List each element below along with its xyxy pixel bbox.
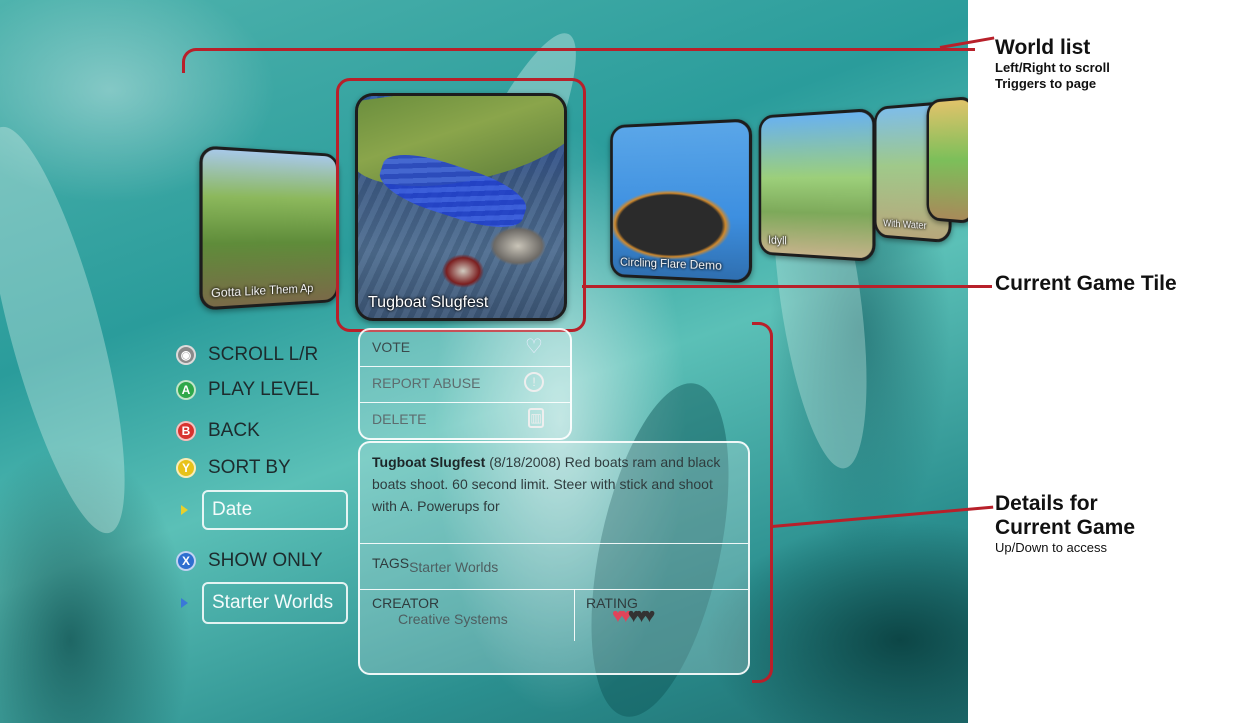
details-annotation-sub: Up/Down to access [995, 540, 1107, 555]
world-list-annotation-title: World list [995, 36, 1091, 59]
sort-by-value: Date [212, 499, 253, 520]
heart-filled-icon: ♥ [612, 605, 624, 627]
menu-back[interactable]: B BACK [176, 420, 260, 442]
delete-label: DELETE [372, 411, 427, 427]
world-tile-caption: Gotta Like Them Ap [211, 281, 314, 301]
world-tile-caption: Circling Flare Demo [620, 254, 722, 273]
vote-label: VOTE [372, 339, 411, 355]
current-tile-annotation-title: Current Game Tile [995, 272, 1177, 295]
game-screen: Gotta Like Them Ap Circling Flare Demo I… [0, 0, 968, 723]
current-world-tile[interactable]: Tugboat Slugfest [355, 93, 567, 321]
world-tile[interactable]: Idyll [758, 107, 876, 263]
divider [360, 366, 570, 367]
world-list-annotation-line2: Triggers to page [995, 76, 1097, 91]
creator-value: Creative Systems [398, 611, 508, 627]
world-tile-caption: Idyll [768, 232, 787, 248]
action-panel: VOTE ♡ REPORT ABUSE ! DELETE ▥ [358, 328, 572, 440]
show-only-value: Starter Worlds [212, 592, 334, 613]
heart-empty-icon: ♥ [643, 605, 656, 627]
current-tile-annotation: Current Game Tile [995, 272, 1177, 296]
creator-cell[interactable]: CREATOR Creative Systems [372, 595, 508, 627]
details-panel: Tugboat Slugfest (8/18/2008) Red boats r… [358, 441, 750, 675]
background-streak [0, 115, 153, 545]
current-tile-leader [582, 285, 992, 288]
heart-filled-icon: ♥ [619, 605, 632, 627]
divider [360, 402, 570, 403]
menu-sort-by[interactable]: Y SORT BY [176, 457, 291, 479]
menu-sort-label: SORT BY [208, 457, 291, 478]
menu-scroll: ◉ SCROLL L/R [176, 344, 318, 366]
world-tile[interactable]: Circling Flare Demo [610, 118, 753, 284]
tags-label: TAGS [372, 555, 410, 571]
creator-label: CREATOR [372, 595, 440, 611]
menu-play-label: PLAY LEVEL [208, 379, 320, 400]
report-abuse-button[interactable]: REPORT ABUSE ! [360, 368, 570, 398]
divider [360, 543, 748, 544]
menu-play-level[interactable]: A PLAY LEVEL [176, 379, 319, 401]
selection-arrow-icon [181, 505, 188, 515]
heart-empty-icon: ♥ [635, 605, 648, 627]
creator-rating-divider [574, 589, 575, 641]
world-tile[interactable]: Gotta Like Them Ap [199, 145, 339, 311]
x-button-icon: X [176, 551, 196, 571]
heart-empty-icon: ♥ [627, 605, 640, 627]
world-tile-partial[interactable] [926, 95, 968, 225]
rating-cell[interactable]: RATING ♥♥♥♥♥ [586, 595, 655, 634]
y-button-icon: Y [176, 458, 196, 478]
details-description: Tugboat Slugfest (8/18/2008) Red boats r… [372, 451, 736, 517]
vote-button[interactable]: VOTE ♡ [360, 332, 570, 362]
a-button-icon: A [176, 380, 196, 400]
divider [360, 589, 748, 590]
tags-value: Starter Worlds [409, 559, 499, 575]
world-tile-caption: With Water [883, 218, 927, 233]
stick-icon: ◉ [176, 345, 196, 365]
heart-icon: ♡ [525, 335, 543, 358]
selection-arrow-icon [181, 598, 188, 608]
menu-show-only[interactable]: X SHOW ONLY [176, 550, 323, 572]
world-list-annotation-line1: Left/Right to scroll [995, 60, 1110, 75]
menu-scroll-label: SCROLL L/R [208, 344, 319, 365]
rating-hearts: ♥♥♥♥♥ [612, 605, 664, 628]
delete-button[interactable]: DELETE ▥ [360, 404, 570, 434]
details-annotation-title-1: Details for [995, 492, 1098, 515]
details-annotation: Details for Current Game Up/Down to acce… [995, 492, 1135, 556]
exclamation-icon: ! [524, 372, 544, 392]
report-abuse-label: REPORT ABUSE [372, 375, 481, 391]
details-bracket [752, 322, 773, 683]
world-list-bracket [182, 48, 975, 73]
show-only-select[interactable]: Starter Worlds [202, 582, 348, 624]
menu-show-label: SHOW ONLY [208, 550, 323, 571]
sort-by-select[interactable]: Date [202, 490, 348, 530]
b-button-icon: B [176, 421, 196, 441]
world-list-annotation: World list Left/Right to scroll Triggers… [995, 36, 1110, 92]
current-tile-caption: Tugboat Slugfest [368, 294, 489, 311]
trash-icon: ▥ [528, 408, 544, 428]
details-annotation-title-2: Current Game [995, 516, 1136, 539]
details-date: (8/18/2008) [489, 454, 561, 470]
details-title: Tugboat Slugfest [372, 454, 486, 470]
tags-row[interactable]: TAGSStarter Worlds [372, 555, 498, 575]
menu-back-label: BACK [208, 420, 260, 441]
